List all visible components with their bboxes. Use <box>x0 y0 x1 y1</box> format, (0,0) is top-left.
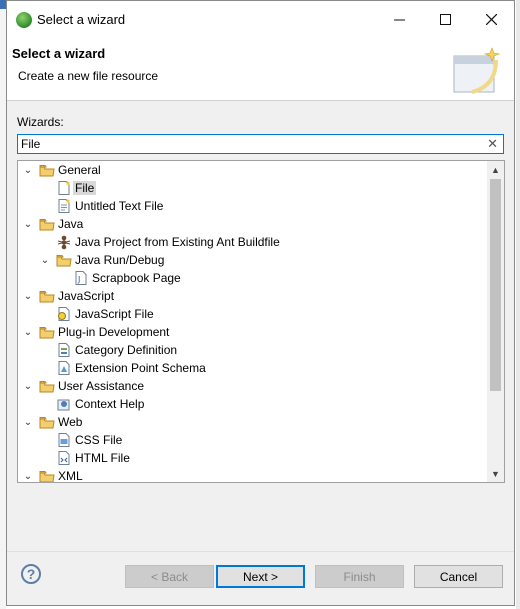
chevron-down-icon[interactable]: ⌄ <box>22 216 34 232</box>
wizards-label: Wizards: <box>17 115 64 129</box>
tree-item-label: Java Project from Existing Ant Buildfile <box>75 235 280 249</box>
tree-item-label: Extension Point Schema <box>75 361 206 375</box>
tree-item[interactable]: HTML File <box>18 449 488 467</box>
clear-icon[interactable]: ✕ <box>487 136 498 152</box>
tree-category[interactable]: ⌄ Web <box>18 413 488 431</box>
close-button[interactable] <box>468 1 514 38</box>
folder-icon <box>56 255 72 267</box>
tree-category[interactable]: ⌄ General <box>18 161 488 179</box>
js-file-icon <box>58 307 70 321</box>
tree-category[interactable]: ⌄ JavaScript <box>18 287 488 305</box>
tree-item-label: XML <box>58 469 83 483</box>
tree-item[interactable]: Untitled Text File <box>18 197 488 215</box>
tree-item-label: User Assistance <box>58 379 145 393</box>
tree-item-label: Category Definition <box>75 343 178 357</box>
tree-category[interactable]: ⌄ Java <box>18 215 488 233</box>
tree-item-label: General <box>58 163 101 177</box>
tree-item-label: Java <box>58 217 84 231</box>
scroll-down-arrow[interactable]: ▼ <box>487 465 504 482</box>
new-wizard-dialog: Select a wizard Select a wizard Create a… <box>6 0 515 606</box>
category-icon <box>58 343 70 357</box>
folder-icon <box>39 219 55 231</box>
minimize-icon <box>393 19 405 21</box>
filter-field[interactable]: ✕ <box>17 134 504 154</box>
folder-icon <box>39 381 55 393</box>
tree-item[interactable]: File <box>18 179 488 197</box>
maximize-icon <box>439 14 451 25</box>
header-title: Select a wizard <box>12 46 106 61</box>
tree-item[interactable]: Context Help <box>18 395 488 413</box>
folder-icon <box>39 417 55 429</box>
scrapbook-icon: J <box>75 271 87 285</box>
file-new-icon <box>58 180 71 195</box>
tree-category[interactable]: ⌄ Plug-in Development <box>18 323 488 341</box>
tree-item-label: Web <box>58 415 83 429</box>
button-bar-divider <box>7 551 514 552</box>
scroll-thumb[interactable] <box>490 179 501 391</box>
chevron-down-icon[interactable]: ⌄ <box>22 288 34 304</box>
scroll-up-arrow[interactable]: ▲ <box>487 161 504 178</box>
folder-icon <box>39 471 55 482</box>
tree-item-label: CSS File <box>75 433 123 447</box>
html-file-icon <box>58 451 70 465</box>
tree-item[interactable]: Java Project from Existing Ant Buildfile <box>18 233 488 251</box>
context-help-icon <box>57 399 70 411</box>
window-title: Select a wizard <box>37 12 126 27</box>
ant-icon <box>57 235 71 250</box>
cancel-button[interactable]: Cancel <box>414 565 503 588</box>
tree-item-label: JavaScript File <box>75 307 154 321</box>
finish-button[interactable]: Finish <box>315 565 404 588</box>
tree-item[interactable]: J Scrapbook Page <box>18 269 488 287</box>
header-subtitle: Create a new file resource <box>18 69 159 83</box>
minimize-button[interactable] <box>376 1 422 38</box>
chevron-down-icon[interactable]: ⌄ <box>22 162 34 178</box>
wizard-header: Select a wizard Create a new file resour… <box>7 38 514 101</box>
tree-item[interactable]: Extension Point Schema <box>18 359 488 377</box>
tree-category[interactable]: ⌄ XML <box>18 467 488 483</box>
tree-scrollbar[interactable]: ▲ ▼ <box>487 161 504 482</box>
chevron-down-icon[interactable]: ⌄ <box>22 324 34 340</box>
wizard-banner-icon <box>453 47 500 94</box>
tree-item-label: File <box>73 181 97 195</box>
chevron-down-icon[interactable]: ⌄ <box>22 414 34 430</box>
text-file-icon <box>58 198 71 213</box>
chevron-down-icon[interactable]: ⌄ <box>39 252 51 268</box>
next-button[interactable]: Next > <box>216 565 305 588</box>
close-icon <box>485 14 497 25</box>
maximize-button[interactable] <box>422 1 468 38</box>
folder-icon <box>39 291 55 303</box>
tree-item-label: Java Run/Debug <box>75 253 165 267</box>
wizard-tree[interactable]: ⌄ XML HTML File CSS File ⌄ Web Context Help ⌄ Us… <box>17 160 505 483</box>
tree-item[interactable]: JavaScript File <box>18 305 488 323</box>
background-editor-right <box>516 0 520 609</box>
svg-text:J: J <box>77 275 80 284</box>
tree-item-label: Context Help <box>75 397 145 411</box>
tree-item[interactable]: CSS File <box>18 431 488 449</box>
tree-category[interactable]: ⌄ User Assistance <box>18 377 488 395</box>
eclipse-icon <box>16 12 32 28</box>
filter-input[interactable] <box>21 136 471 152</box>
chevron-down-icon[interactable]: ⌄ <box>22 468 34 482</box>
tree-item[interactable]: Category Definition <box>18 341 488 359</box>
chevron-down-icon[interactable]: ⌄ <box>22 378 34 394</box>
folder-icon <box>39 327 55 339</box>
title-bar: Select a wizard <box>7 1 514 38</box>
tree-item-label: Plug-in Development <box>58 325 170 339</box>
tree-item-label: HTML File <box>75 451 130 465</box>
css-file-icon <box>58 433 70 447</box>
tree-category[interactable]: ⌄ Java Run/Debug <box>18 251 488 269</box>
tree-item-label: JavaScript <box>58 289 115 303</box>
schema-icon <box>58 361 70 375</box>
help-icon[interactable]: ? <box>21 564 41 584</box>
folder-icon <box>39 165 55 177</box>
back-button[interactable]: < Back <box>125 565 214 588</box>
tree-item-label: Scrapbook Page <box>92 271 181 285</box>
tree-item-label: Untitled Text File <box>75 199 164 213</box>
